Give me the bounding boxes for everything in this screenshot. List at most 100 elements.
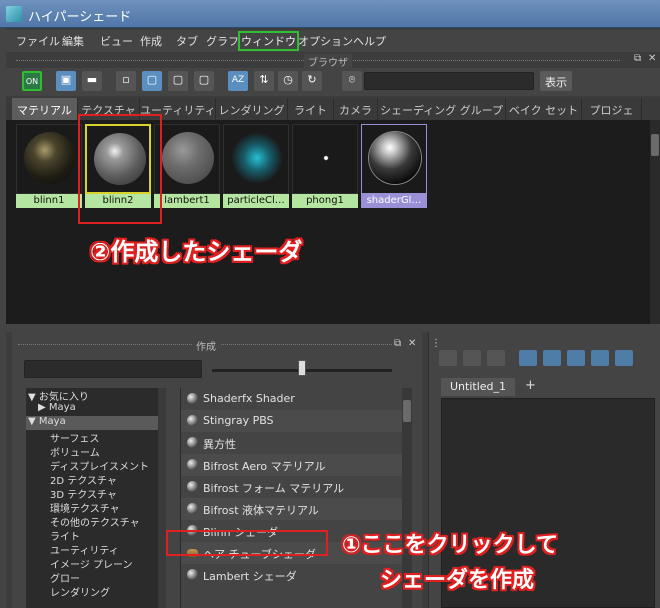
add-tab-button[interactable]: + [525, 378, 536, 393]
tab-bake-sets[interactable]: ベイク セット [506, 98, 582, 120]
annotation-box-blinn-shader [166, 530, 328, 556]
swatch-preview [361, 124, 427, 194]
clear-graph-icon[interactable] [519, 350, 537, 366]
create-panel: 作成 ⧉ ✕ ▼ お気に入り ▶ Maya ▼ Maya サーフェス ボリューム… [12, 332, 422, 608]
output-connections-icon[interactable] [487, 350, 505, 366]
io-connections-icon[interactable] [463, 350, 481, 366]
expand-arrow-icon[interactable]: ▶ [38, 402, 46, 413]
tree-item-maya-favorites[interactable]: ▶ Maya [26, 402, 166, 416]
scrollbar-thumb[interactable] [651, 134, 659, 156]
menu-graph[interactable]: グラフ [206, 33, 239, 49]
refresh-icon[interactable]: ↻ [302, 71, 322, 91]
expand-arrow-icon[interactable]: ▼ [28, 416, 36, 427]
node-label: Bifrost フォーム マテリアル [203, 482, 345, 495]
scrollbar-thumb[interactable] [403, 400, 411, 422]
node-lambert-shader[interactable]: Lambert シェーダ [181, 564, 403, 586]
tree-item-surface[interactable]: サーフェス [26, 430, 166, 445]
graph-layout-icon[interactable] [591, 350, 609, 366]
add-selected-icon[interactable] [543, 350, 561, 366]
sort-by-type-icon[interactable]: ⇅ [254, 71, 274, 91]
input-connections-icon[interactable] [439, 350, 457, 366]
create-filter-input[interactable] [24, 360, 202, 378]
sort-by-name-icon[interactable]: AZ [228, 71, 248, 91]
sphere-icon [187, 415, 198, 426]
tree-item-env-textures[interactable]: 環境テクスチャ [26, 500, 166, 515]
annotation-created-shader: ②作成したシェーダ [90, 238, 303, 266]
node-bifrost-foam-material[interactable]: Bifrost フォーム マテリアル [181, 476, 403, 498]
tree-item-displacement[interactable]: ディスプレイスメント [26, 458, 166, 473]
tab-lights[interactable]: ライト [288, 98, 334, 120]
xlarge-icon-view-icon[interactable]: ▢ [194, 71, 214, 91]
material-swatch-lambert1[interactable]: lambert1 [154, 124, 220, 208]
menu-create[interactable]: 作成 [140, 33, 162, 49]
menu-help[interactable]: ヘルプ [353, 33, 386, 49]
tree-item-3d-textures[interactable]: 3D テクスチャ [26, 486, 166, 501]
menu-window[interactable]: ウィンドウ [238, 31, 299, 51]
menu-file[interactable]: ファイル [16, 33, 60, 49]
tree-item-favorites[interactable]: ▼ お気に入り [26, 388, 166, 403]
tab-cameras[interactable]: カメラ [334, 98, 378, 120]
tree-item-rendering[interactable]: レンダリング [26, 584, 166, 599]
lock-icon[interactable]: ⌾ [342, 71, 362, 91]
icon-size-slider-handle[interactable] [298, 360, 306, 376]
tree-item-maya[interactable]: ▼ Maya [26, 416, 166, 430]
display-button[interactable]: 表示 [540, 71, 572, 91]
tree-scrollbar[interactable] [158, 388, 166, 608]
tree-item-volume[interactable]: ボリューム [26, 444, 166, 459]
menu-tabs[interactable]: タブ [176, 33, 198, 49]
tree-item-other-textures[interactable]: その他のテクスチャ [26, 514, 166, 529]
tab-untitled-1[interactable]: Untitled_1 [441, 378, 515, 396]
small-icon-view-icon[interactable]: ▫ [116, 71, 136, 91]
sort-label: AZ [231, 75, 245, 85]
tab-shading-groups[interactable]: シェーディング グループ [378, 98, 506, 120]
node-shaderfx-shader[interactable]: Shaderfx Shader [181, 388, 403, 410]
menu-view[interactable]: ビュー [100, 33, 133, 49]
menu-options[interactable]: オプション [298, 33, 353, 49]
node-bifrost-aero-material[interactable]: Bifrost Aero マテリアル [181, 454, 403, 476]
browser-panel-label: ブラウザ [304, 54, 352, 69]
remove-selected-icon[interactable] [567, 350, 585, 366]
float-panel-icon[interactable]: ⧉ [394, 338, 401, 349]
browser-search-input[interactable] [364, 72, 534, 90]
material-swatch-phong1[interactable]: phong1 [292, 124, 358, 208]
annotation-click-here-line1: ①ここをクリックして [342, 533, 558, 558]
tree-item-lights[interactable]: ライト [26, 528, 166, 543]
swatch-view-icon[interactable]: ▣ [56, 71, 76, 91]
menu-edit[interactable]: 編集 [62, 33, 84, 49]
frame-all-icon[interactable] [615, 350, 633, 366]
tab-materials[interactable]: マテリアル [12, 98, 78, 120]
material-swatch-blinn1[interactable]: blinn1 [16, 124, 82, 208]
float-panel-icon[interactable]: ⧉ [634, 53, 641, 64]
large-icon-view-icon[interactable]: ▢ [168, 71, 188, 91]
sort-by-time-icon[interactable]: ◷ [278, 71, 298, 91]
toggle-on-label: ON [25, 77, 39, 86]
browser-toolbar: ON ▣ ▬ ▫ ▢ ▢ ▢ AZ ⇅ ◷ ↻ ⌾ 表示 [6, 68, 660, 96]
window-title: ハイパーシェード [28, 10, 132, 25]
create-node-list: Shaderfx Shader Stingray PBS 異方性 Bifrost… [180, 388, 412, 608]
node-stingray-pbs[interactable]: Stingray PBS [181, 410, 403, 432]
swatch-area-scrollbar[interactable] [650, 120, 660, 324]
tab-projects[interactable]: プロジェ [582, 98, 642, 120]
tree-item-label: Maya [38, 416, 66, 427]
node-label: Bifrost Aero マテリアル [203, 460, 326, 473]
tree-item-image-planes[interactable]: イメージ プレーン [26, 556, 166, 571]
tree-item-label: Maya [48, 402, 76, 413]
close-panel-icon[interactable]: ✕ [648, 53, 656, 64]
tree-item-2d-textures[interactable]: 2D テクスチャ [26, 472, 166, 487]
tab-rendering[interactable]: レンダリング [216, 98, 288, 120]
tree-item-utilities[interactable]: ユーティリティ [26, 542, 166, 557]
create-panel-label: 作成 [192, 338, 220, 353]
node-bifrost-liquid-material[interactable]: Bifrost 液体マテリアル [181, 498, 403, 520]
shader-ball-icon [162, 132, 214, 184]
tree-item-glow[interactable]: グロー [26, 570, 166, 585]
list-view-icon[interactable]: ▬ [82, 71, 102, 91]
material-swatch-shaderglow[interactable]: shaderGl… [361, 124, 427, 208]
sphere-icon [187, 393, 198, 404]
node-anisotropic[interactable]: 異方性 [181, 432, 403, 454]
close-panel-icon[interactable]: ✕ [408, 338, 416, 349]
material-swatch-particlecloud[interactable]: particleCl… [223, 124, 289, 208]
panel-divider[interactable] [6, 324, 660, 332]
toggle-on-button[interactable]: ON [22, 71, 42, 91]
panel-drag-handle[interactable]: ⋮ [431, 338, 441, 349]
medium-icon-view-icon[interactable]: ▢ [142, 71, 162, 91]
